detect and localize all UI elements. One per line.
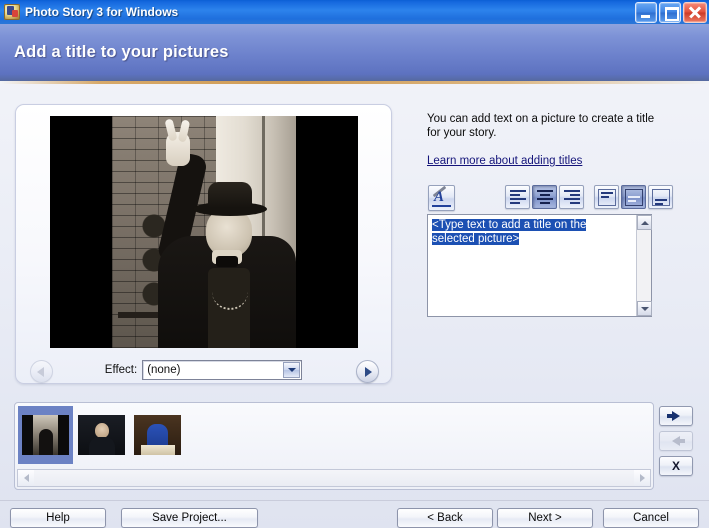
valign-top-button[interactable]	[594, 185, 619, 209]
effect-row: Effect: (none)	[16, 355, 391, 385]
next-button[interactable]: Next >	[497, 508, 593, 528]
preview-panel: Effect: (none)	[15, 104, 392, 384]
align-left-button[interactable]	[505, 185, 530, 209]
photo-story-window: Photo Story 3 for Windows Add a title to…	[0, 0, 709, 528]
help-button[interactable]: Help	[10, 508, 106, 528]
valign-bottom-icon	[652, 189, 670, 206]
filmstrip-thumbnails	[18, 406, 186, 464]
effect-label: Effect:	[104, 364, 138, 376]
effect-value: (none)	[147, 364, 181, 376]
valign-middle-icon	[625, 189, 643, 206]
page-title: Add a title to your pictures	[14, 43, 229, 61]
filmstrip-scrollbar[interactable]	[17, 469, 651, 487]
chevron-down-icon[interactable]	[283, 362, 301, 378]
align-center-button[interactable]	[532, 185, 557, 209]
window-controls	[635, 2, 707, 23]
save-project-button[interactable]: Save Project...	[121, 508, 258, 528]
title-bar: Photo Story 3 for Windows	[0, 0, 709, 25]
page-header: Add a title to your pictures	[0, 24, 709, 81]
move-back-button[interactable]	[659, 431, 693, 451]
title-text-value: <Type text to add a title on the selecte…	[432, 219, 587, 245]
filmstrip-scroll-right-button[interactable]	[634, 470, 650, 486]
font-button[interactable]: A	[428, 185, 455, 211]
valign-top-icon	[598, 189, 616, 206]
valign-bottom-button[interactable]	[648, 185, 673, 209]
title-text-scrollbar[interactable]	[636, 215, 652, 316]
list-item[interactable]	[74, 406, 129, 464]
title-text-area[interactable]: <Type text to add a title on the selecte…	[427, 214, 652, 317]
move-forward-button[interactable]	[659, 406, 693, 426]
header-divider	[0, 81, 709, 84]
align-right-button[interactable]	[559, 185, 584, 209]
filmstrip-scroll-left-button[interactable]	[18, 470, 34, 486]
footer-divider	[0, 500, 709, 501]
maximize-button[interactable]	[659, 2, 681, 23]
title-text-content[interactable]: <Type text to add a title on the selecte…	[432, 218, 620, 246]
list-item[interactable]	[18, 406, 73, 464]
window-title: Photo Story 3 for Windows	[25, 5, 179, 19]
learn-more-link[interactable]: Learn more about adding titles	[427, 155, 582, 167]
align-left-icon	[510, 190, 526, 205]
filmstrip	[14, 402, 654, 490]
cancel-button[interactable]: Cancel	[603, 508, 699, 528]
instructions-line-1: You can add text on a picture to create …	[427, 113, 655, 125]
preview-photo	[112, 116, 296, 348]
arrow-left-icon	[672, 436, 685, 446]
scroll-up-button[interactable]	[637, 215, 652, 230]
valign-middle-button[interactable]	[621, 185, 646, 209]
format-toolbar: A	[427, 185, 673, 211]
close-button[interactable]	[683, 2, 707, 23]
instructions-line-2: for your story.	[427, 127, 497, 139]
list-item[interactable]	[130, 406, 185, 464]
align-center-icon	[537, 190, 553, 205]
effect-select[interactable]: (none)	[142, 360, 303, 380]
align-right-icon	[564, 190, 580, 205]
filmstrip-side-buttons: X	[659, 406, 695, 481]
app-icon	[4, 4, 20, 20]
arrow-right-icon	[667, 411, 680, 421]
close-x-icon: X	[671, 459, 680, 473]
instructions-panel: You can add text on a picture to create …	[427, 112, 667, 169]
back-button[interactable]: < Back	[397, 508, 493, 528]
picture-preview	[50, 116, 358, 348]
minimize-button[interactable]	[635, 2, 657, 23]
scroll-down-button[interactable]	[637, 301, 652, 316]
delete-picture-button[interactable]: X	[659, 456, 693, 476]
font-a-icon: A	[434, 189, 445, 205]
